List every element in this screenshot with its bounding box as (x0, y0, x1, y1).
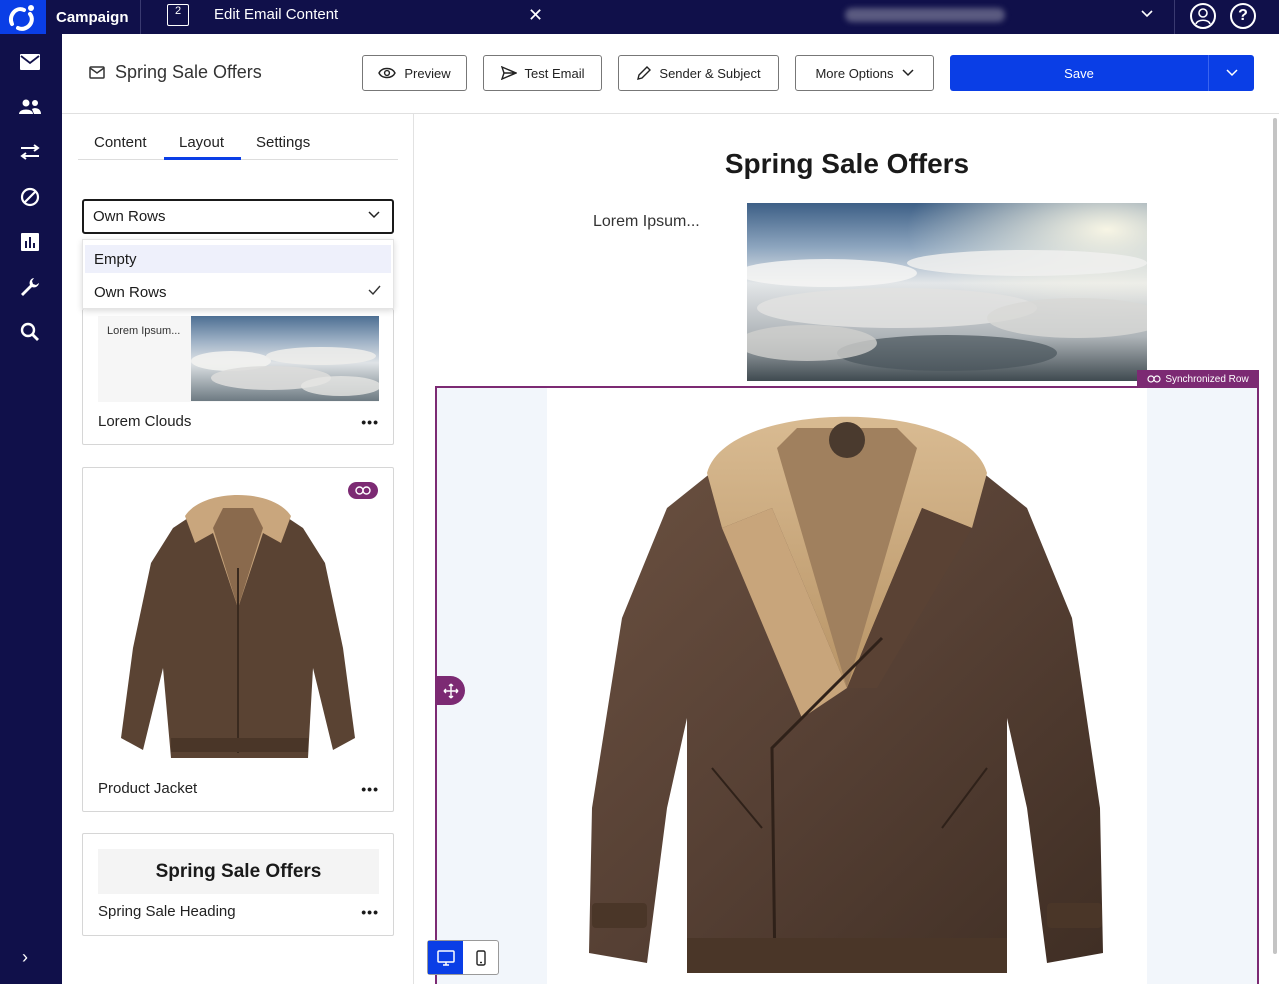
mail-icon[interactable] (18, 50, 42, 74)
product-image[interactable] (547, 388, 1147, 984)
row-card-product-jacket[interactable]: Product Jacket ••• (82, 467, 394, 812)
save-options-button[interactable] (1208, 55, 1254, 91)
clouds-image[interactable] (747, 203, 1147, 381)
active-tab-indicator (164, 157, 241, 160)
app-name: Campaign (56, 8, 129, 26)
user-name-blurred[interactable] (845, 8, 1005, 22)
more-options-button[interactable]: More Options (795, 55, 934, 91)
test-email-button[interactable]: Test Email (483, 55, 602, 91)
tab-settings[interactable]: Settings (256, 134, 310, 151)
link-icon (1147, 375, 1161, 383)
rows-select-value: Own Rows (93, 208, 166, 225)
sender-subject-label: Sender & Subject (659, 65, 761, 81)
divider (140, 0, 141, 34)
more-options-icon[interactable]: ••• (361, 781, 379, 797)
more-options-label: More Options (815, 65, 894, 81)
check-icon (368, 285, 381, 295)
test-email-label: Test Email (524, 65, 585, 81)
pencil-icon (637, 65, 652, 80)
close-icon[interactable]: ✕ (528, 5, 543, 26)
heading-thumbnail: Spring Sale Offers (98, 849, 379, 894)
card-label: Spring Sale Heading (98, 903, 236, 920)
user-icon[interactable] (1190, 3, 1216, 29)
page-title: Edit Email Content (214, 6, 339, 23)
preview-button[interactable]: Preview (362, 55, 467, 91)
chevron-down-icon (368, 211, 380, 219)
desktop-view-button[interactable] (428, 941, 463, 974)
more-options-icon[interactable]: ••• (361, 904, 379, 920)
option-label: Empty (94, 250, 137, 268)
more-options-icon[interactable]: ••• (361, 414, 379, 430)
option-own-rows[interactable]: Own Rows (85, 278, 391, 306)
preview-label: Preview (404, 65, 451, 81)
app-logo[interactable] (0, 0, 46, 34)
divider (1174, 0, 1175, 34)
move-icon[interactable] (436, 676, 465, 705)
row-thumbnail: Lorem Ipsum... (98, 316, 379, 402)
editor-header: Spring Sale Offers Preview Test Email Se… (62, 34, 1279, 114)
chevron-down-icon[interactable] (1140, 7, 1154, 21)
desktop-icon (436, 949, 455, 966)
reports-icon[interactable] (18, 230, 42, 254)
mobile-view-button[interactable] (463, 941, 498, 974)
sync-tag-label: Synchronized Row (1165, 373, 1249, 385)
card-label: Product Jacket (98, 780, 198, 797)
chevron-down-icon (901, 69, 914, 77)
email-canvas[interactable]: Spring Sale Offers Lorem Ipsum... Synchr… (415, 114, 1279, 984)
send-icon (500, 66, 517, 80)
scrollbar-thumb[interactable] (1273, 118, 1277, 954)
page-number-icon: 2 (167, 4, 189, 26)
chevron-down-icon (1225, 69, 1238, 77)
transfer-icon[interactable] (18, 140, 42, 164)
expand-nav-icon[interactable]: › (22, 947, 28, 968)
rows-dropdown: Empty Own Rows (82, 239, 394, 309)
envelope-icon (89, 66, 105, 79)
jacket-thumbnail (121, 495, 355, 758)
wrench-icon[interactable] (18, 275, 42, 299)
search-icon[interactable] (18, 320, 42, 344)
email-title: Spring Sale Offers (115, 62, 262, 82)
save-button[interactable]: Save (950, 55, 1208, 91)
mobile-icon (475, 949, 486, 966)
tab-content[interactable]: Content (94, 134, 147, 151)
contacts-icon[interactable] (18, 95, 42, 119)
blocked-icon[interactable] (18, 185, 42, 209)
clouds-image (191, 316, 379, 401)
synchronized-row[interactable] (435, 386, 1259, 984)
option-empty[interactable]: Empty (85, 245, 391, 273)
top-bar: Campaign 2 Edit Email Content ✕ ? (0, 0, 1279, 34)
help-icon[interactable]: ? (1230, 3, 1256, 29)
eye-icon (378, 67, 397, 79)
email-heading[interactable]: Spring Sale Offers (415, 148, 1279, 180)
rows-select[interactable]: Own Rows (82, 199, 394, 234)
panel-tabs: Content Layout Settings (78, 130, 398, 160)
row-card-spring-sale-heading[interactable]: Spring Sale Offers Spring Sale Heading •… (82, 833, 394, 936)
lorem-text[interactable]: Lorem Ipsum... (593, 213, 700, 231)
tab-layout[interactable]: Layout (179, 134, 224, 151)
row-card-lorem-clouds[interactable]: Lorem Ipsum... Lorem Clouds ••• (82, 309, 394, 445)
thumb-text: Lorem Ipsum... (107, 325, 181, 337)
layout-panel: Content Layout Settings Own Rows Empty O… (62, 114, 414, 984)
option-label: Own Rows (94, 283, 167, 301)
device-toggle (427, 940, 499, 975)
card-label: Lorem Clouds (98, 413, 192, 430)
canvas-scrollbar[interactable] (1271, 114, 1279, 954)
left-nav: › (0, 34, 62, 984)
sender-subject-button[interactable]: Sender & Subject (618, 55, 779, 91)
